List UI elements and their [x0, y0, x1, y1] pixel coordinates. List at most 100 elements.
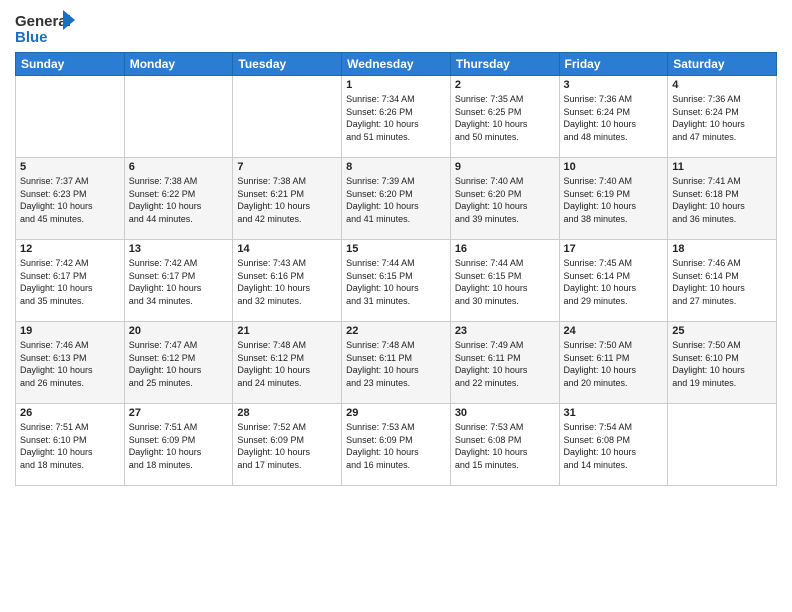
svg-text:Blue: Blue: [15, 29, 48, 46]
calendar-cell: 26 Sunrise: 7:51 AM Sunset: 6:10 PM Dayli…: [16, 404, 125, 486]
day-number: 2: [455, 79, 555, 91]
day-info: Sunrise: 7:37 AM Sunset: 6:23 PM Dayligh…: [20, 175, 120, 225]
day-number: 7: [237, 161, 337, 173]
col-header-monday: Monday: [124, 53, 233, 76]
day-number: 24: [564, 325, 664, 337]
day-number: 21: [237, 325, 337, 337]
calendar-week-4: 26 Sunrise: 7:51 AM Sunset: 6:10 PM Dayli…: [16, 404, 777, 486]
calendar-cell: 1 Sunrise: 7:34 AM Sunset: 6:26 PM Daylig…: [342, 76, 451, 158]
day-info: Sunrise: 7:42 AM Sunset: 6:17 PM Dayligh…: [129, 257, 229, 307]
calendar-cell: 9 Sunrise: 7:40 AM Sunset: 6:20 PM Daylig…: [450, 158, 559, 240]
calendar-cell: 8 Sunrise: 7:39 AM Sunset: 6:20 PM Daylig…: [342, 158, 451, 240]
calendar-cell: 10 Sunrise: 7:40 AM Sunset: 6:19 PM Dayli…: [559, 158, 668, 240]
day-info: Sunrise: 7:36 AM Sunset: 6:24 PM Dayligh…: [672, 93, 772, 143]
day-number: 1: [346, 79, 446, 91]
day-number: 16: [455, 243, 555, 255]
day-info: Sunrise: 7:40 AM Sunset: 6:19 PM Dayligh…: [564, 175, 664, 225]
day-number: 14: [237, 243, 337, 255]
calendar-cell: [16, 76, 125, 158]
day-number: 26: [20, 407, 120, 419]
day-info: Sunrise: 7:47 AM Sunset: 6:12 PM Dayligh…: [129, 339, 229, 389]
calendar-cell: 5 Sunrise: 7:37 AM Sunset: 6:23 PM Daylig…: [16, 158, 125, 240]
day-number: 22: [346, 325, 446, 337]
day-number: 20: [129, 325, 229, 337]
calendar-cell: 24Sunrise: 7:50 AM Sunset: 6:11 PM Dayli…: [559, 322, 668, 404]
calendar-cell: [233, 76, 342, 158]
calendar-cell: 17Sunrise: 7:45 AM Sunset: 6:14 PM Dayli…: [559, 240, 668, 322]
col-header-wednesday: Wednesday: [342, 53, 451, 76]
day-info: Sunrise: 7:40 AM Sunset: 6:20 PM Dayligh…: [455, 175, 555, 225]
day-info: Sunrise: 7:51 AM Sunset: 6:10 PM Dayligh…: [20, 421, 120, 471]
calendar-cell: 12 Sunrise: 7:42 AM Sunset: 6:17 PM Dayli…: [16, 240, 125, 322]
day-number: 23: [455, 325, 555, 337]
day-info: Sunrise: 7:53 AM Sunset: 6:08 PM Dayligh…: [455, 421, 555, 471]
day-info: Sunrise: 7:44 AM Sunset: 6:15 PM Dayligh…: [346, 257, 446, 307]
day-number: 9: [455, 161, 555, 173]
day-info: Sunrise: 7:48 AM Sunset: 6:12 PM Dayligh…: [237, 339, 337, 389]
day-info: Sunrise: 7:49 AM Sunset: 6:11 PM Dayligh…: [455, 339, 555, 389]
calendar-cell: 22 Sunrise: 7:48 AM Sunset: 6:11 PM Dayli…: [342, 322, 451, 404]
calendar-cell: [124, 76, 233, 158]
day-number: 29: [346, 407, 446, 419]
calendar-cell: [668, 404, 777, 486]
logo: GeneralBlue: [15, 10, 75, 46]
calendar-cell: 30 Sunrise: 7:53 AM Sunset: 6:08 PM Dayli…: [450, 404, 559, 486]
calendar-cell: 27 Sunrise: 7:51 AM Sunset: 6:09 PM Dayli…: [124, 404, 233, 486]
day-number: 8: [346, 161, 446, 173]
day-info: Sunrise: 7:50 AM Sunset: 6:10 PM Dayligh…: [672, 339, 772, 389]
day-info: Sunrise: 7:38 AM Sunset: 6:21 PM Dayligh…: [237, 175, 337, 225]
calendar-header-row: SundayMondayTuesdayWednesdayThursdayFrid…: [16, 53, 777, 76]
col-header-sunday: Sunday: [16, 53, 125, 76]
calendar-cell: 19 Sunrise: 7:46 AM Sunset: 6:13 PM Dayli…: [16, 322, 125, 404]
day-number: 10: [564, 161, 664, 173]
calendar-cell: 6 Sunrise: 7:38 AM Sunset: 6:22 PM Daylig…: [124, 158, 233, 240]
svg-text:General: General: [15, 13, 71, 30]
day-info: Sunrise: 7:48 AM Sunset: 6:11 PM Dayligh…: [346, 339, 446, 389]
calendar-cell: 20 Sunrise: 7:47 AM Sunset: 6:12 PM Dayli…: [124, 322, 233, 404]
day-info: Sunrise: 7:53 AM Sunset: 6:09 PM Dayligh…: [346, 421, 446, 471]
calendar-cell: 23 Sunrise: 7:49 AM Sunset: 6:11 PM Dayli…: [450, 322, 559, 404]
day-info: Sunrise: 7:46 AM Sunset: 6:13 PM Dayligh…: [20, 339, 120, 389]
day-number: 30: [455, 407, 555, 419]
day-info: Sunrise: 7:42 AM Sunset: 6:17 PM Dayligh…: [20, 257, 120, 307]
calendar-cell: 13 Sunrise: 7:42 AM Sunset: 6:17 PM Dayli…: [124, 240, 233, 322]
calendar-cell: 14Sunrise: 7:43 AM Sunset: 6:16 PM Dayli…: [233, 240, 342, 322]
calendar-cell: 2Sunrise: 7:35 AM Sunset: 6:25 PM Daylig…: [450, 76, 559, 158]
day-number: 12: [20, 243, 120, 255]
calendar-cell: 4 Sunrise: 7:36 AM Sunset: 6:24 PM Daylig…: [668, 76, 777, 158]
logo-svg: GeneralBlue: [15, 10, 75, 46]
calendar-cell: 21 Sunrise: 7:48 AM Sunset: 6:12 PM Dayli…: [233, 322, 342, 404]
day-number: 31: [564, 407, 664, 419]
page: GeneralBlue SundayMondayTuesdayWednesday…: [0, 0, 792, 612]
col-header-friday: Friday: [559, 53, 668, 76]
day-info: Sunrise: 7:45 AM Sunset: 6:14 PM Dayligh…: [564, 257, 664, 307]
calendar: SundayMondayTuesdayWednesdayThursdayFrid…: [15, 52, 777, 486]
calendar-cell: 29 Sunrise: 7:53 AM Sunset: 6:09 PM Dayli…: [342, 404, 451, 486]
day-number: 19: [20, 325, 120, 337]
day-number: 27: [129, 407, 229, 419]
calendar-week-1: 5 Sunrise: 7:37 AM Sunset: 6:23 PM Daylig…: [16, 158, 777, 240]
day-info: Sunrise: 7:51 AM Sunset: 6:09 PM Dayligh…: [129, 421, 229, 471]
col-header-thursday: Thursday: [450, 53, 559, 76]
day-info: Sunrise: 7:41 AM Sunset: 6:18 PM Dayligh…: [672, 175, 772, 225]
day-info: Sunrise: 7:38 AM Sunset: 6:22 PM Dayligh…: [129, 175, 229, 225]
header: GeneralBlue: [15, 10, 777, 46]
calendar-cell: 7 Sunrise: 7:38 AM Sunset: 6:21 PM Daylig…: [233, 158, 342, 240]
calendar-week-0: 1 Sunrise: 7:34 AM Sunset: 6:26 PM Daylig…: [16, 76, 777, 158]
calendar-cell: 31 Sunrise: 7:54 AM Sunset: 6:08 PM Dayli…: [559, 404, 668, 486]
day-number: 15: [346, 243, 446, 255]
day-info: Sunrise: 7:34 AM Sunset: 6:26 PM Dayligh…: [346, 93, 446, 143]
calendar-cell: 28 Sunrise: 7:52 AM Sunset: 6:09 PM Dayli…: [233, 404, 342, 486]
day-number: 6: [129, 161, 229, 173]
day-info: Sunrise: 7:54 AM Sunset: 6:08 PM Dayligh…: [564, 421, 664, 471]
col-header-tuesday: Tuesday: [233, 53, 342, 76]
day-info: Sunrise: 7:52 AM Sunset: 6:09 PM Dayligh…: [237, 421, 337, 471]
day-info: Sunrise: 7:39 AM Sunset: 6:20 PM Dayligh…: [346, 175, 446, 225]
day-number: 13: [129, 243, 229, 255]
day-info: Sunrise: 7:36 AM Sunset: 6:24 PM Dayligh…: [564, 93, 664, 143]
day-number: 5: [20, 161, 120, 173]
calendar-week-2: 12 Sunrise: 7:42 AM Sunset: 6:17 PM Dayli…: [16, 240, 777, 322]
day-number: 28: [237, 407, 337, 419]
calendar-week-3: 19 Sunrise: 7:46 AM Sunset: 6:13 PM Dayli…: [16, 322, 777, 404]
day-number: 4: [672, 79, 772, 91]
